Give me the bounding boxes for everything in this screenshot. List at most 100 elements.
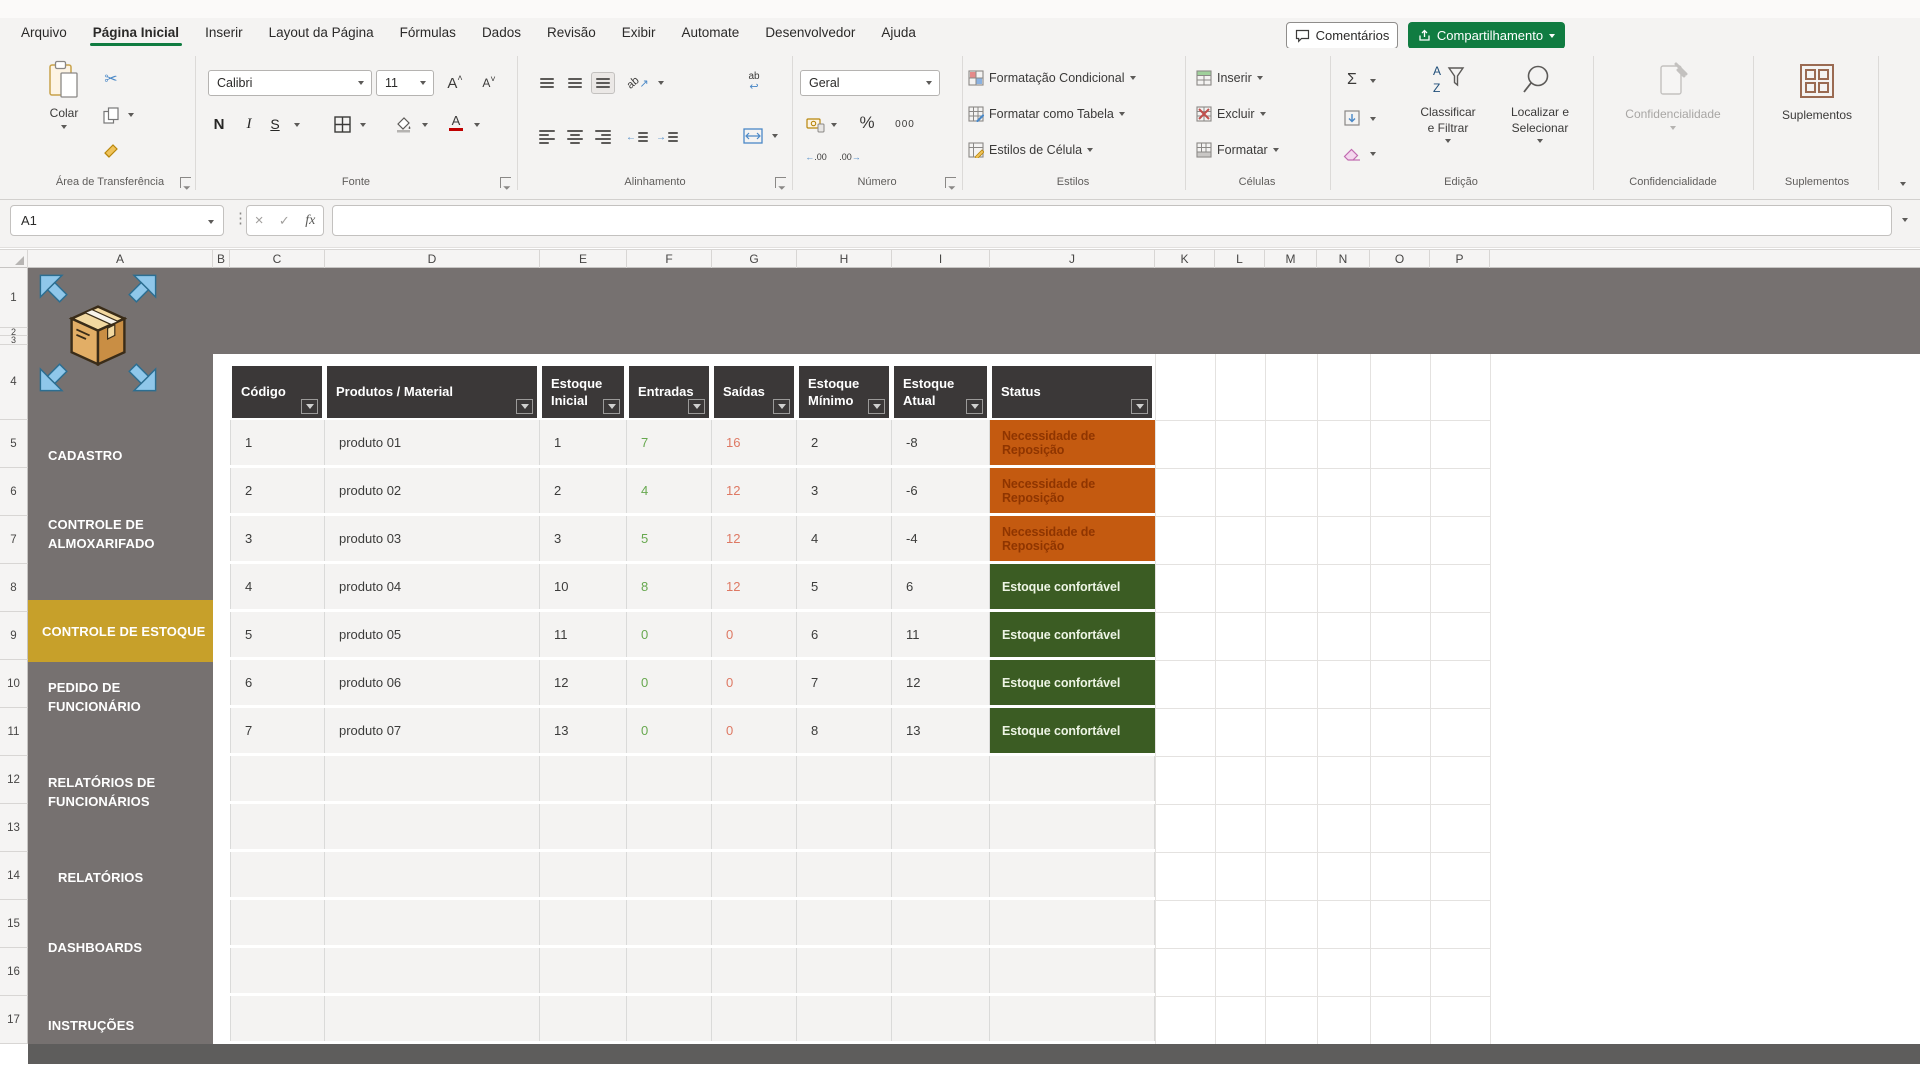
cell-produto[interactable] bbox=[325, 948, 540, 993]
cell-estoque_minimo[interactable]: 4 bbox=[797, 516, 892, 561]
row-header-14[interactable]: 14 bbox=[0, 852, 28, 900]
cell-estoque_minimo[interactable]: 2 bbox=[797, 420, 892, 465]
decrease-indent-button[interactable]: ← bbox=[625, 126, 649, 148]
fill-color-dropdown-icon[interactable] bbox=[422, 123, 428, 127]
sort-filter-button[interactable]: A Z Classificar e Filtrar bbox=[1402, 62, 1494, 143]
cell-estoque_inicial[interactable]: 1 bbox=[540, 420, 627, 465]
column-header-l[interactable]: L bbox=[1215, 250, 1265, 268]
sidebar-item-pedido-de-funcionario[interactable]: PEDIDO DE FUNCIONÁRIO bbox=[28, 682, 213, 712]
cell-estoque_inicial[interactable]: 3 bbox=[540, 516, 627, 561]
cell-estoque_minimo[interactable] bbox=[797, 900, 892, 945]
borders-dropdown-icon[interactable] bbox=[360, 123, 366, 127]
sidebar-item-relatorios[interactable]: RELATÓRIOS bbox=[28, 862, 213, 892]
clear-dropdown-icon[interactable] bbox=[1370, 152, 1376, 156]
accounting-dropdown-icon[interactable] bbox=[831, 123, 837, 127]
row-header-17[interactable]: 17 bbox=[0, 996, 28, 1044]
cell-codigo[interactable] bbox=[230, 996, 325, 1041]
row-header-7[interactable]: 7 bbox=[0, 516, 28, 564]
menu-tab-revisao[interactable]: Revisão bbox=[534, 18, 609, 48]
cell-saidas[interactable]: 12 bbox=[712, 468, 797, 513]
insert-cells-button[interactable]: Inserir bbox=[1196, 70, 1263, 86]
cell-produto[interactable]: produto 01 bbox=[325, 420, 540, 465]
cell-saidas[interactable]: 0 bbox=[712, 612, 797, 657]
cell-saidas[interactable]: 12 bbox=[712, 516, 797, 561]
cell-produto[interactable] bbox=[325, 900, 540, 945]
cell-status[interactable]: Estoque confortável bbox=[990, 660, 1155, 705]
cell-saidas[interactable]: 12 bbox=[712, 564, 797, 609]
row-header-3[interactable]: 3 bbox=[0, 336, 28, 345]
cell-estoque_atual[interactable] bbox=[892, 804, 990, 849]
select-all-corner[interactable] bbox=[0, 250, 28, 268]
format-cells-button[interactable]: Formatar bbox=[1196, 142, 1279, 158]
filter-dropdown-button[interactable] bbox=[1131, 399, 1148, 414]
align-middle-button[interactable] bbox=[563, 72, 587, 94]
cell-entradas[interactable] bbox=[627, 996, 712, 1041]
cell-produto[interactable] bbox=[325, 756, 540, 801]
clear-button[interactable] bbox=[1340, 142, 1364, 166]
cell-entradas[interactable]: 0 bbox=[627, 660, 712, 705]
cell-estoque_minimo[interactable]: 7 bbox=[797, 660, 892, 705]
sidebar-item-cadastro[interactable]: CADASTRO bbox=[28, 440, 213, 470]
cell-estoque_atual[interactable] bbox=[892, 852, 990, 897]
percent-style-button[interactable]: % bbox=[854, 110, 880, 136]
column-header-h[interactable]: H bbox=[797, 250, 892, 268]
cell-estoque_atual[interactable]: 6 bbox=[892, 564, 990, 609]
menu-tab-dados[interactable]: Dados bbox=[469, 18, 534, 48]
cell-saidas[interactable] bbox=[712, 756, 797, 801]
column-header-n[interactable]: N bbox=[1317, 250, 1370, 268]
name-box[interactable]: A1 bbox=[10, 205, 224, 236]
align-bottom-button[interactable] bbox=[591, 72, 615, 94]
cell-estoque_atual[interactable] bbox=[892, 756, 990, 801]
cell-saidas[interactable]: 16 bbox=[712, 420, 797, 465]
find-select-button[interactable]: Localizar e Selecionar bbox=[1494, 62, 1586, 143]
collapse-ribbon-icon[interactable] bbox=[1900, 182, 1906, 186]
number-dialog-launcher[interactable] bbox=[945, 177, 956, 188]
filter-dropdown-button[interactable] bbox=[301, 399, 318, 414]
sidebar-item-instrucoes[interactable]: INSTRUÇÕES bbox=[28, 1010, 213, 1040]
cell-produto[interactable]: produto 05 bbox=[325, 612, 540, 657]
menu-tab-layout-da-pagina[interactable]: Layout da Página bbox=[256, 18, 387, 48]
cell-saidas[interactable] bbox=[712, 804, 797, 849]
cell-entradas[interactable]: 8 bbox=[627, 564, 712, 609]
cell-estoque_inicial[interactable]: 10 bbox=[540, 564, 627, 609]
cell-codigo[interactable] bbox=[230, 756, 325, 801]
cell-entradas[interactable]: 0 bbox=[627, 708, 712, 753]
cell-codigo[interactable]: 1 bbox=[230, 420, 325, 465]
column-header-d[interactable]: D bbox=[325, 250, 540, 268]
copy-button[interactable] bbox=[100, 104, 122, 126]
cell-status[interactable]: Estoque confortável bbox=[990, 564, 1155, 609]
autosum-button[interactable]: Σ bbox=[1340, 68, 1364, 92]
row-header-1[interactable]: 1 bbox=[0, 268, 28, 328]
column-header-k[interactable]: K bbox=[1155, 250, 1215, 268]
orientation-dropdown-icon[interactable] bbox=[658, 81, 664, 85]
cell-estoque_minimo[interactable] bbox=[797, 756, 892, 801]
row-header-13[interactable]: 13 bbox=[0, 804, 28, 852]
menu-tab-formulas[interactable]: Fórmulas bbox=[387, 18, 469, 48]
cell-entradas[interactable]: 4 bbox=[627, 468, 712, 513]
cell-estoque_atual[interactable]: 12 bbox=[892, 660, 990, 705]
comments-button[interactable]: Comentários bbox=[1286, 22, 1398, 49]
column-header-o[interactable]: O bbox=[1370, 250, 1430, 268]
row-header-11[interactable]: 11 bbox=[0, 708, 28, 756]
cell-status[interactable]: Estoque confortável bbox=[990, 708, 1155, 753]
cell-estoque_inicial[interactable] bbox=[540, 756, 627, 801]
column-header-m[interactable]: M bbox=[1265, 250, 1317, 268]
cell-entradas[interactable] bbox=[627, 804, 712, 849]
cell-estoque_atual[interactable]: -6 bbox=[892, 468, 990, 513]
accounting-format-button[interactable] bbox=[803, 112, 827, 136]
fill-button[interactable] bbox=[1340, 106, 1364, 130]
sidebar-item-dashboards[interactable]: DASHBOARDS bbox=[28, 932, 213, 962]
formula-input[interactable] bbox=[332, 205, 1892, 236]
cell-status[interactable] bbox=[990, 756, 1155, 801]
column-header-c[interactable]: C bbox=[230, 250, 325, 268]
menu-tab-exibir[interactable]: Exibir bbox=[609, 18, 669, 48]
increase-indent-button[interactable]: → bbox=[655, 126, 679, 148]
cell-status[interactable]: Necessidade de Reposição bbox=[990, 516, 1155, 561]
column-header-j[interactable]: J bbox=[990, 250, 1155, 268]
conditional-formatting-button[interactable]: Formatação Condicional bbox=[968, 70, 1136, 86]
filter-dropdown-button[interactable] bbox=[688, 399, 705, 414]
cut-button[interactable]: ✂ bbox=[100, 68, 122, 90]
sidebar-item-relatorios-de-funcionarios[interactable]: RELATÓRIOS DE FUNCIONÁRIOS bbox=[28, 764, 213, 820]
merge-dropdown-icon[interactable] bbox=[772, 134, 778, 138]
filter-dropdown-button[interactable] bbox=[773, 399, 790, 414]
